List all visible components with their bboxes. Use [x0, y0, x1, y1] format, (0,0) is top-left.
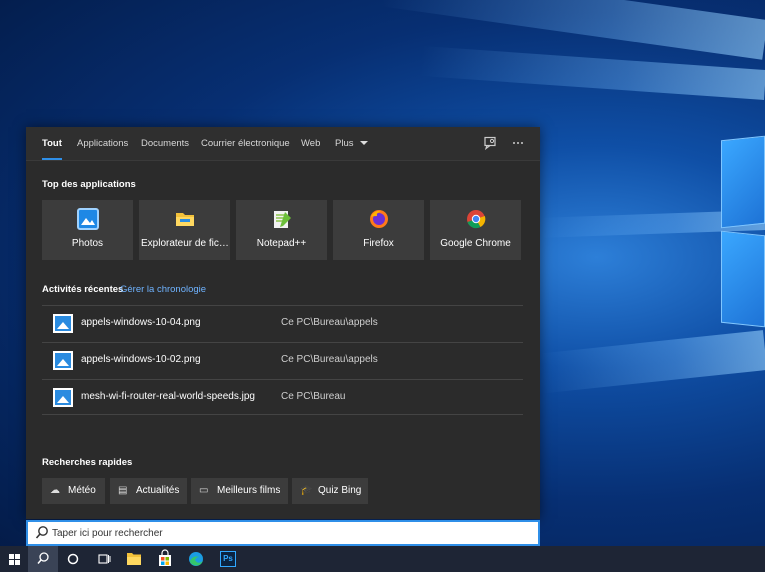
recent-item-path: Ce PC\Bureau: [281, 391, 346, 402]
cortana-icon[interactable]: [58, 546, 88, 572]
firefox-icon: [368, 208, 390, 230]
news-icon: ▤: [118, 485, 128, 496]
search-icon: [35, 526, 48, 539]
recent-activities-title: Activités récentes: [42, 284, 124, 295]
edge-icon[interactable]: [181, 546, 211, 572]
photoshop-label: Ps: [223, 554, 233, 563]
tab-email[interactable]: Courrier électronique: [201, 127, 290, 161]
app-tile-firefox[interactable]: Firefox: [333, 200, 424, 260]
weather-icon: ☁: [50, 485, 60, 496]
notepadpp-icon: [271, 208, 293, 230]
quick-search-label: Quiz Bing: [318, 485, 362, 496]
file-explorer-icon[interactable]: [119, 546, 149, 572]
chrome-icon: [465, 208, 487, 230]
chevron-down-icon: [360, 141, 369, 146]
top-apps-title: Top des applications: [42, 179, 136, 190]
search-input[interactable]: [52, 524, 522, 542]
tab-all[interactable]: Tout: [42, 127, 62, 161]
image-file-icon: [53, 351, 73, 370]
quick-search-label: Meilleurs films: [217, 485, 281, 496]
tab-web[interactable]: Web: [301, 127, 320, 161]
file-explorer-icon: [174, 208, 196, 230]
windows-start-icon[interactable]: [0, 546, 30, 572]
movie-icon: ▭: [199, 485, 209, 496]
quiz-icon: 🎓: [300, 485, 313, 496]
tab-more-label: Plus: [335, 138, 354, 149]
recent-item-name: appels-windows-10-02.png: [81, 354, 201, 365]
recent-item[interactable]: mesh-wi-fi-router-real-world-speeds.jpg …: [42, 379, 523, 415]
recent-item[interactable]: appels-windows-10-02.png Ce PC\Bureau\ap…: [42, 342, 523, 378]
quick-search-label: Météo: [68, 485, 96, 496]
recent-item-path: Ce PC\Bureau\appels: [281, 317, 378, 328]
image-file-icon: [53, 388, 73, 407]
tab-applications[interactable]: Applications: [77, 127, 128, 161]
light-beam: [539, 330, 765, 394]
quick-search-weather[interactable]: ☁ Météo: [42, 478, 105, 504]
search-tabs: Tout Applications Documents Courrier éle…: [26, 127, 540, 161]
tab-documents[interactable]: Documents: [141, 127, 189, 161]
app-tile-chrome[interactable]: Google Chrome: [430, 200, 521, 260]
app-label: Photos: [71, 238, 104, 249]
app-tile-photos[interactable]: Photos: [42, 200, 133, 260]
store-icon[interactable]: [150, 546, 180, 572]
search-icon[interactable]: [28, 546, 58, 572]
recent-item-name: appels-windows-10-04.png: [81, 317, 201, 328]
photoshop-icon[interactable]: Ps: [213, 546, 243, 572]
photos-icon: [77, 208, 99, 230]
quick-search-label: Actualités: [136, 485, 180, 496]
app-label: Explorateur de fic…: [141, 238, 228, 249]
ellipsis-icon[interactable]: [510, 136, 526, 152]
tab-more[interactable]: Plus: [335, 127, 369, 161]
quick-searches-title: Recherches rapides: [42, 457, 133, 468]
app-label: Firefox: [363, 238, 394, 249]
taskbar: Ps: [0, 546, 765, 572]
recent-item[interactable]: appels-windows-10-04.png Ce PC\Bureau\ap…: [42, 305, 523, 341]
search-panel: Tout Applications Documents Courrier éle…: [26, 127, 540, 519]
light-beam: [419, 45, 765, 100]
task-view-icon[interactable]: [89, 546, 119, 572]
recent-item-name: mesh-wi-fi-router-real-world-speeds.jpg: [81, 391, 255, 402]
app-label: Google Chrome: [440, 238, 511, 249]
quick-search-movies[interactable]: ▭ Meilleurs films: [191, 478, 288, 504]
windows-logo-pane: [721, 230, 765, 328]
recent-item-path: Ce PC\Bureau\appels: [281, 354, 378, 365]
quick-search-quiz[interactable]: 🎓 Quiz Bing: [292, 478, 368, 504]
search-box[interactable]: [26, 520, 540, 546]
photoshop-badge: Ps: [220, 551, 236, 567]
app-tile-explorer[interactable]: Explorateur de fic…: [139, 200, 230, 260]
windows-logo-pane: [721, 135, 765, 229]
manage-timeline-link[interactable]: Gérer la chronologie: [120, 284, 206, 295]
quick-search-news[interactable]: ▤ Actualités: [110, 478, 187, 504]
app-tile-notepadpp[interactable]: Notepad++: [236, 200, 327, 260]
app-label: Notepad++: [256, 238, 307, 249]
feedback-icon[interactable]: [482, 136, 498, 152]
image-file-icon: [53, 314, 73, 333]
